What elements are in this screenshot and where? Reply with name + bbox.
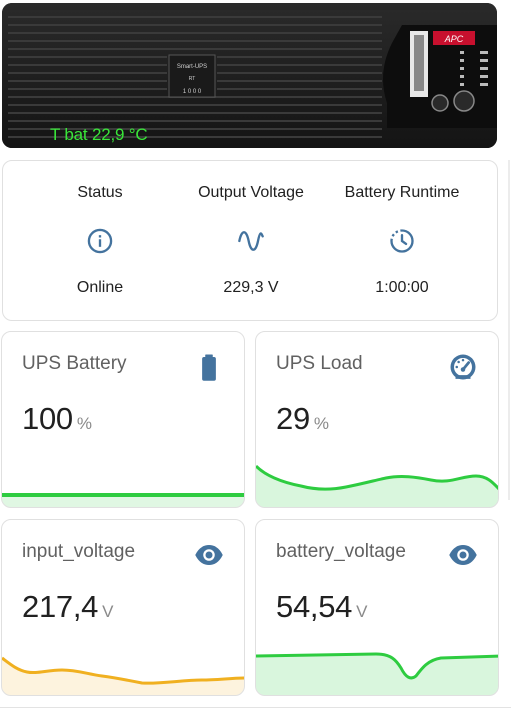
glance-output-voltage-name: Output Voltage [198, 184, 304, 201]
sensor-unit: V [356, 602, 368, 621]
glance-battery-runtime-state: 1:00:00 [375, 279, 429, 296]
information-outline-icon [87, 228, 113, 254]
sensor-history-graph [2, 656, 244, 695]
clock-history-icon [390, 229, 414, 253]
glance-status[interactable]: Status Online [25, 161, 175, 321]
sine-wave-icon [238, 231, 264, 251]
sensor-card-input-voltage[interactable]: input_voltage 217,4 V [1, 519, 245, 696]
battery-temperature-overlay: T bat 22,9 °C [50, 125, 148, 144]
sensor-card-ups-load[interactable]: UPS Load 29% [255, 331, 499, 508]
apc-logo: APC [444, 34, 464, 44]
sensor-title: input_voltage [22, 541, 136, 562]
gauge-icon [450, 354, 476, 380]
sensor-title: UPS Load [276, 353, 363, 374]
ups-model-label: Smart-UPS [177, 64, 207, 70]
sensor-title: UPS Battery [22, 353, 127, 374]
sensor-history-graph [256, 652, 498, 695]
sensor-value: 29% [276, 401, 329, 437]
sensor-card-ups-battery[interactable]: UPS Battery 100% [1, 331, 245, 508]
ups-picture-card[interactable]: Smart-UPS RT 1 0 0 0 APC T bat 22,9 °C [2, 3, 497, 148]
glance-battery-runtime-name: Battery Runtime [344, 184, 460, 201]
page-bottom-divider [0, 707, 511, 708]
sensor-unit: % [313, 414, 329, 433]
eye-icon [449, 545, 477, 565]
battery-icon [202, 354, 216, 381]
glance-output-voltage-state: 229,3 V [223, 279, 279, 296]
sensor-title: battery_voltage [276, 541, 406, 562]
sensor-value-number: 100 [22, 401, 73, 436]
sensor-value: 217,4 V [22, 589, 113, 625]
sensor-card-battery-voltage[interactable]: battery_voltage 54,54 V [255, 519, 499, 696]
sensor-value: 54,54 V [276, 589, 367, 625]
sensor-unit: % [76, 414, 92, 433]
glance-status-name: Status [77, 184, 123, 201]
glance-status-state: Online [76, 279, 124, 296]
ups-model-rating: 1 0 0 0 [183, 89, 202, 95]
sensor-history-graph [256, 464, 498, 507]
ups-model-series: RT [189, 76, 196, 82]
ups-glance-card: Status Online Output Voltage 229,3 V Bat… [2, 160, 498, 321]
glance-battery-runtime[interactable]: Battery Runtime 1:00:00 [327, 161, 477, 321]
scrollbar-edge [508, 160, 510, 500]
sensor-unit: V [102, 602, 114, 621]
sensor-value: 100% [22, 401, 92, 437]
sensor-value-number: 29 [276, 401, 310, 436]
glance-output-voltage[interactable]: Output Voltage 229,3 V [176, 161, 326, 321]
sensor-value-number: 54,54 [276, 589, 353, 624]
sensor-value-number: 217,4 [22, 589, 99, 624]
eye-icon [195, 545, 223, 565]
sensor-history-graph [2, 493, 244, 507]
